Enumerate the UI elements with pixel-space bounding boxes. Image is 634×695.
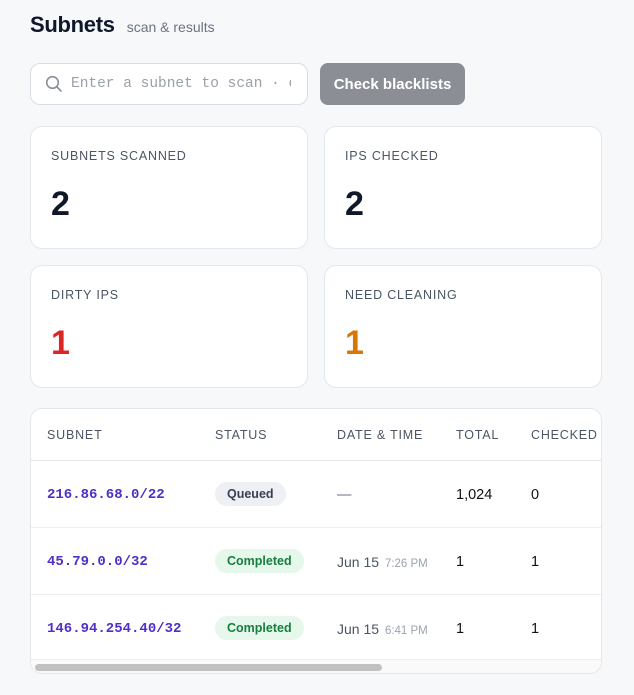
horizontal-scrollbar[interactable]: [31, 659, 601, 673]
page-title: Subnets: [30, 12, 115, 37]
date-text: Jun 15: [337, 554, 380, 570]
checked-cell: 0: [531, 487, 540, 503]
date-text: Jun 15: [337, 621, 380, 637]
stat-value: 2: [51, 185, 70, 223]
stat-card-need-cleaning: NEED CLEANING 1: [324, 265, 602, 388]
column-header-status[interactable]: STATUS: [215, 428, 267, 442]
stat-label: NEED CLEANING: [345, 288, 458, 302]
subnet-link[interactable]: 216.86.68.0/22: [47, 487, 165, 503]
stat-label: IPS CHECKED: [345, 149, 439, 163]
time-text: 7:26 PM: [384, 558, 428, 570]
subnet-link[interactable]: 45.79.0.0/32: [47, 554, 148, 570]
subnet-input[interactable]: [71, 76, 291, 92]
total-cell: 1: [456, 554, 465, 570]
total-cell: 1: [456, 621, 465, 637]
results-table: SUBNET STATUS DATE & TIME TOTAL CHECKED …: [30, 408, 602, 674]
column-header-subnet[interactable]: SUBNET: [47, 428, 103, 442]
stat-value: 1: [51, 324, 70, 362]
date-cell: Jun 15 7:26 PM: [337, 554, 428, 570]
status-badge: Completed: [215, 549, 304, 573]
stat-value: 2: [345, 185, 364, 223]
table-header: SUBNET STATUS DATE & TIME TOTAL CHECKED: [31, 409, 601, 461]
subnet-link[interactable]: 146.94.254.40/32: [47, 621, 181, 637]
check-blacklists-button[interactable]: Check blacklists: [320, 63, 465, 105]
page-header: Subnets scan & results: [30, 12, 215, 38]
checked-cell: 1: [531, 554, 540, 570]
scrollbar-thumb[interactable]: [35, 664, 382, 671]
date-cell: —: [337, 487, 352, 503]
search-icon: [45, 75, 62, 92]
table-row[interactable]: 216.86.68.0/22 Queued — 1,024 0: [31, 461, 601, 528]
stat-card-dirty-ips: DIRTY IPS 1: [30, 265, 308, 388]
status-badge: Queued: [215, 482, 286, 506]
stat-label: DIRTY IPS: [51, 288, 119, 302]
stat-value: 1: [345, 324, 364, 362]
page-subtitle: scan & results: [126, 19, 215, 35]
stat-card-ips-checked: IPS CHECKED 2: [324, 126, 602, 249]
total-cell: 1,024: [456, 487, 493, 503]
column-header-date-time[interactable]: DATE & TIME: [337, 428, 423, 442]
table-row[interactable]: 45.79.0.0/32 Completed Jun 15 7:26 PM 1 …: [31, 528, 601, 595]
date-cell: Jun 15 6:41 PM: [337, 621, 428, 637]
stat-card-subnets-scanned: SUBNETS SCANNED 2: [30, 126, 308, 249]
column-header-checked[interactable]: CHECKED: [531, 428, 598, 442]
column-header-total[interactable]: TOTAL: [456, 428, 499, 442]
subnet-search-box[interactable]: [30, 63, 308, 105]
table-row[interactable]: 146.94.254.40/32 Completed Jun 15 6:41 P…: [31, 595, 601, 662]
stat-label: SUBNETS SCANNED: [51, 149, 187, 163]
time-text: 6:41 PM: [384, 625, 428, 637]
checked-cell: 1: [531, 621, 540, 637]
status-badge: Completed: [215, 616, 304, 640]
